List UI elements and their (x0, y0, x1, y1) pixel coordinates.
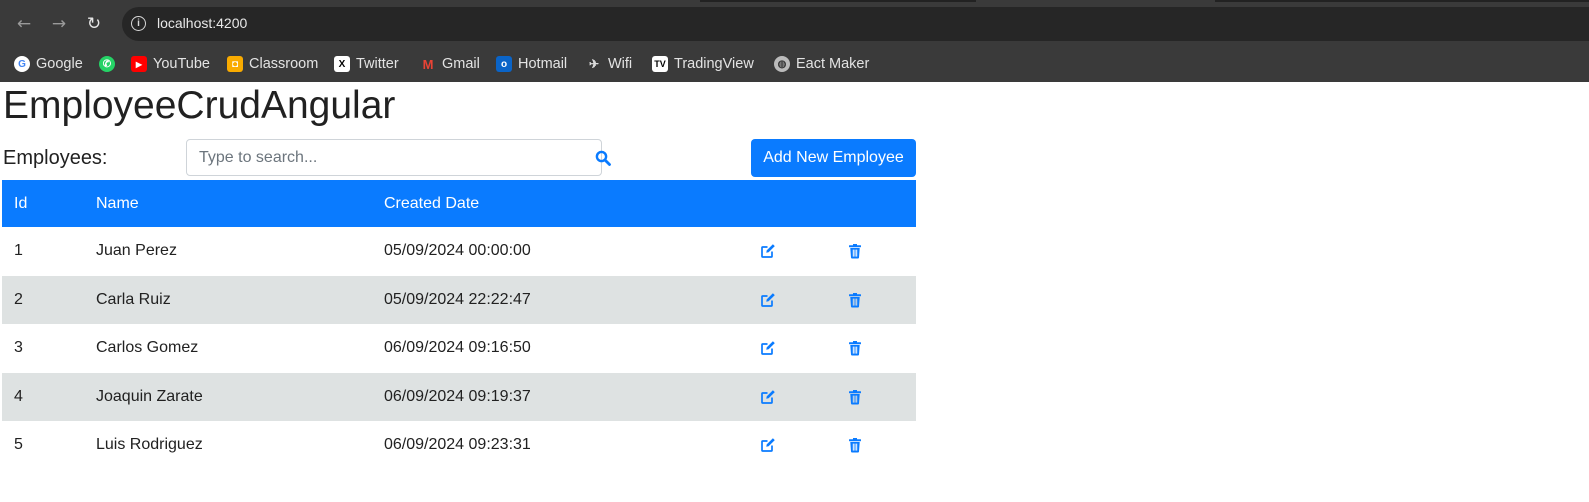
bookmark-label: TradingView (674, 56, 754, 72)
bookmark-label: Hotmail (518, 56, 568, 72)
table-row: 1 Juan Perez 05/09/2024 00:00:00 (2, 227, 916, 276)
bookmark-eact-maker[interactable]: ◍ Eact Maker (774, 52, 869, 76)
column-header-name: Name (96, 195, 139, 212)
tab-strip-edge (1215, 0, 1589, 2)
reload-icon[interactable]: ↻ (82, 12, 106, 36)
edit-icon[interactable] (760, 340, 776, 356)
browser-toolbar: ← → ↻ i localhost:4200 (0, 0, 1589, 48)
delete-icon[interactable] (847, 292, 863, 308)
bookmark-wifi[interactable]: ✈ Wifi (586, 52, 632, 76)
column-header-id: Id (14, 195, 28, 212)
forward-arrow-icon[interactable]: → (47, 12, 71, 36)
google-icon: G (14, 56, 30, 72)
cell-name: Carlos Gomez (96, 339, 199, 356)
employees-table: Id Name Created Date 1 Juan Perez 05/09/… (2, 180, 916, 470)
bookmark-label: Wifi (608, 56, 633, 72)
cell-created-date: 06/09/2024 09:16:50 (384, 339, 531, 356)
bookmark-label: Gmail (442, 56, 480, 72)
bookmark-label: Eact Maker (796, 56, 870, 72)
outlook-icon: o (496, 56, 512, 72)
bookmark-label: YouTube (153, 56, 210, 72)
bookmark-label: Twitter (356, 56, 399, 72)
search-icon[interactable] (595, 150, 611, 166)
edit-icon[interactable] (760, 292, 776, 308)
cell-id: 3 (14, 339, 23, 356)
classroom-icon: ◘ (227, 56, 243, 72)
url-text[interactable]: localhost:4200 (157, 15, 247, 31)
bookmark-label: Google (36, 56, 83, 72)
tab-strip-edge (700, 0, 976, 2)
table-row: 4 Joaquin Zarate 06/09/2024 09:19:37 (2, 372, 916, 421)
delete-icon[interactable] (847, 243, 863, 259)
cell-created-date: 06/09/2024 09:23:31 (384, 436, 531, 453)
bookmark-hotmail[interactable]: o Hotmail (496, 52, 567, 76)
page-title: EmployeeCrudAngular (3, 84, 396, 127)
bookmark-gmail[interactable]: M Gmail (420, 52, 480, 76)
cell-name: Luis Rodriguez (96, 436, 203, 453)
table-header: Id Name Created Date (2, 180, 916, 227)
cell-name: Carla Ruiz (96, 290, 171, 308)
bookmark-twitter[interactable]: X Twitter (334, 52, 399, 76)
cell-id: 4 (14, 387, 23, 405)
whatsapp-icon: ✆ (99, 56, 115, 72)
cell-name: Juan Perez (96, 242, 177, 259)
globe-icon: ◍ (774, 56, 790, 72)
edit-icon[interactable] (760, 389, 776, 405)
back-arrow-icon[interactable]: ← (12, 12, 36, 36)
delete-icon[interactable] (847, 389, 863, 405)
cell-id: 1 (14, 242, 23, 259)
cell-id: 5 (14, 436, 23, 453)
x-icon: X (334, 56, 350, 72)
bookmark-classroom[interactable]: ◘ Classroom (227, 52, 318, 76)
bookmark-whatsapp[interactable]: ✆ (99, 52, 121, 76)
cell-created-date: 06/09/2024 09:19:37 (384, 387, 531, 405)
delete-icon[interactable] (847, 340, 863, 356)
add-new-employee-button[interactable]: Add New Employee (751, 139, 916, 177)
table-row: 5 Luis Rodriguez 06/09/2024 09:23:31 (2, 421, 916, 470)
bookmark-youtube[interactable]: ▶ YouTube (131, 52, 210, 76)
site-info-icon[interactable]: i (131, 16, 146, 31)
table-row: 3 Carlos Gomez 06/09/2024 09:16:50 (2, 324, 916, 373)
table-row: 2 Carla Ruiz 05/09/2024 22:22:47 (2, 275, 916, 324)
bookmark-google[interactable]: G Google (14, 52, 83, 76)
edit-icon[interactable] (760, 437, 776, 453)
tradingview-icon: TV (652, 56, 668, 72)
employees-label: Employees: (3, 147, 108, 169)
youtube-icon: ▶ (131, 56, 147, 72)
delete-icon[interactable] (847, 437, 863, 453)
cell-id: 2 (14, 290, 23, 308)
cell-created-date: 05/09/2024 22:22:47 (384, 290, 531, 308)
wifi-icon: ✈ (588, 57, 600, 71)
edit-icon[interactable] (760, 243, 776, 259)
gmail-icon: M (422, 56, 434, 72)
cell-name: Joaquin Zarate (96, 387, 203, 405)
column-header-created-date: Created Date (384, 195, 480, 212)
bookmarks-bar: G Google ✆ ▶ YouTube ◘ Classroom X Twitt… (0, 48, 1589, 82)
address-bar[interactable] (122, 7, 1589, 41)
bookmark-tradingview[interactable]: TV TradingView (652, 52, 754, 76)
search-input[interactable] (186, 139, 602, 176)
bookmark-label: Classroom (249, 56, 319, 72)
cell-created-date: 05/09/2024 00:00:00 (384, 242, 531, 259)
